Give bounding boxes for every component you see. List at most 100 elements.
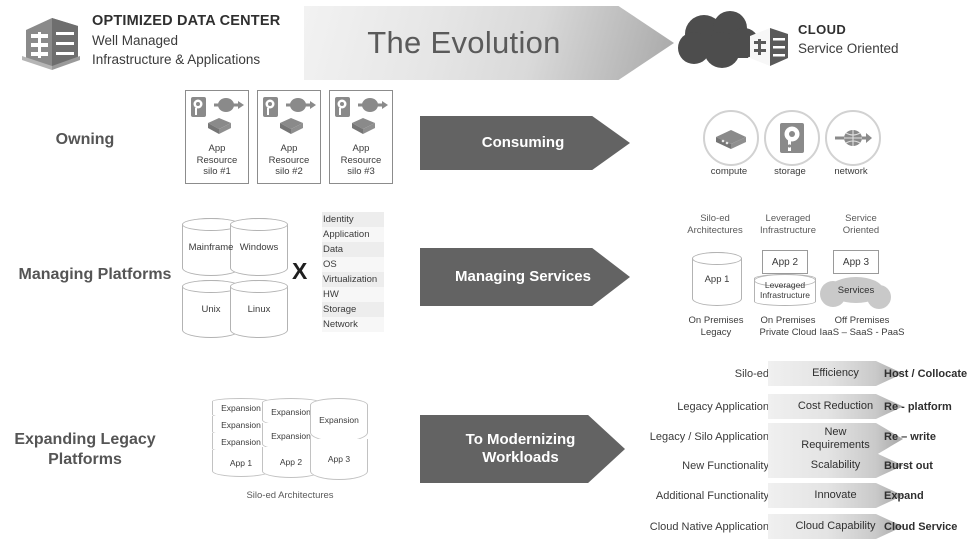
modernize-row-right: Expand [884, 490, 924, 502]
silo-caption: App Resource silo #1 [186, 143, 248, 178]
stack-item: HW [322, 287, 384, 302]
dc-subtitle-2: Infrastructure & Applications [92, 52, 261, 67]
arch-services-label: Services [837, 284, 875, 296]
storage-label: storage [774, 166, 806, 177]
app-resource-silo-2: App Resource silo #2 [257, 90, 321, 184]
silo-icon-group [258, 95, 320, 141]
stack-item: Application [322, 227, 384, 242]
modernize-row-middle: Scalability [768, 453, 903, 478]
stack-item: Identity [322, 212, 384, 227]
silo-caption-line3: silo #2 [275, 166, 303, 177]
hard-disk-icon [764, 110, 820, 166]
silo-icon-group [330, 95, 392, 141]
arch-cylinder-leveraged-infrastructure: Leveraged Infrastructure [754, 274, 816, 306]
modernize-row-middle-label: Cost Reduction [797, 400, 874, 412]
modernize-row-left: New Functionality [682, 460, 769, 472]
arch-box-app-2: App 2 [762, 250, 808, 274]
arch-box-app-3: App 3 [833, 250, 879, 274]
arrow-consuming: Consuming [420, 116, 630, 170]
stack-item: Virtualization [322, 272, 384, 287]
silo-caption-line1: App [280, 143, 298, 154]
arch-foot-off-premises: Off Premises IaaS – SaaS - PaaS [812, 315, 912, 339]
modernize-row-right: Re – write [884, 431, 936, 443]
silo-caption: App Resource silo #3 [330, 143, 392, 178]
stack-item: Data [322, 242, 384, 257]
app-resource-silo-1: App Resource silo #1 [185, 90, 249, 184]
network-label: network [834, 166, 868, 177]
platform-cylinder-linux: Linux [230, 280, 288, 338]
arch-sub-line1: Leveraged [764, 280, 806, 290]
silo-caption: App Resource silo #2 [258, 143, 320, 178]
modernize-row-middle: Efficiency [768, 361, 903, 386]
arch-head-line2: Oriented [842, 225, 880, 236]
arch-foot-line2: IaaS – SaaS - PaaS [819, 327, 905, 338]
silo-caption-line1: App [208, 143, 226, 154]
modernize-row-middle-label: Innovate [814, 489, 857, 501]
modernize-row-left: Additional Functionality [655, 490, 769, 502]
arch-foot-line1: Off Premises [834, 315, 890, 326]
arch-head-line1: Service [845, 213, 877, 224]
arch-sub-line2: Infrastructure [759, 290, 811, 300]
modernize-row-middle: Cloud Capability [768, 514, 903, 539]
row-label-owning: Owning [55, 131, 115, 148]
modernize-row-right: Re - platform [884, 401, 952, 413]
dc-subtitle-1: Well Managed [92, 33, 179, 48]
optimized-data-center-label-block: OPTIMIZED DATA CENTER Well Managed Infra… [92, 12, 322, 69]
modernize-row-middle: Innovate [768, 483, 903, 508]
silo-ed-architectures-caption: Silo-ed Architectures [246, 490, 334, 501]
arrow-to-modernizing-workloads: To Modernizing Workloads [420, 415, 625, 483]
modernize-row-right: Cloud Service [884, 521, 958, 533]
technology-stack-list: Identity Application Data OS Virtualizat… [322, 212, 384, 332]
modernize-row-middle-label: Scalability [810, 459, 861, 471]
stack-item: Network [322, 317, 384, 332]
modernize-row-right: Burst out [884, 460, 933, 472]
platform-label: Mainframe [188, 241, 234, 253]
row-label-expanding-legacy: Expanding Legacy Platforms [0, 430, 170, 470]
expansion-column-app-3: Expansion App 3 [310, 398, 368, 480]
cloud-subtitle: Service Oriented [798, 41, 899, 56]
silo-caption-line3: silo #1 [203, 166, 231, 177]
platform-cylinder-windows: Windows [230, 218, 288, 276]
modernize-row-middle: Cost Reduction [768, 394, 903, 419]
row-label-expanding-legacy-line1: Expanding Legacy [14, 431, 156, 448]
arch-head-service-oriented: Service Oriented [818, 213, 904, 237]
compute-label: compute [710, 166, 748, 177]
arch-services-cloud: Services [820, 277, 891, 309]
arch-sub-label: Leveraged Infrastructure [760, 280, 810, 300]
modernize-row-middle-line1: New [824, 426, 847, 438]
page-title: The Evolution [367, 25, 561, 60]
silo-caption-line2: Resource [196, 154, 238, 166]
platform-label: Unix [201, 303, 221, 315]
modernize-row-middle-line2: Requirements [801, 439, 870, 451]
arrow-consuming-label: Consuming [481, 134, 565, 151]
cloud-title: CLOUD [798, 22, 847, 37]
network-globe-icon [825, 110, 881, 166]
expansion-app-label: App 3 [310, 439, 368, 480]
arrow-managing-services-label: Managing Services [455, 268, 591, 285]
datacenter-building-icon [18, 12, 84, 72]
modernize-row-left: Legacy Application [677, 401, 769, 413]
row-label-expanding-legacy-line2: Platforms [48, 451, 122, 468]
cloud-label-block: CLOUD Service Oriented [798, 20, 978, 58]
server-compute-icon [703, 110, 759, 166]
x-separator: X [292, 258, 308, 284]
cloud-datacenter-icon [672, 10, 792, 72]
dc-title: OPTIMIZED DATA CENTER [92, 13, 281, 29]
row-label-managing-platforms: Managing Platforms [18, 266, 172, 283]
arch-app-label: App 2 [771, 256, 799, 268]
modernize-row-middle-label: New Requirements [782, 426, 890, 452]
arch-cylinder-app-1: App 1 [692, 252, 742, 306]
platform-label: Windows [239, 241, 279, 253]
arch-app-label: App 1 [704, 273, 730, 285]
stack-item: OS [322, 257, 384, 272]
silo-caption-line2: Resource [340, 154, 382, 166]
silo-caption-line1: App [352, 143, 370, 154]
silo-caption-line3: silo #3 [347, 166, 375, 177]
app-resource-silo-3: App Resource silo #3 [329, 90, 393, 184]
stack-item: Storage [322, 302, 384, 317]
modernize-row-left: Legacy / Silo Application [649, 431, 769, 443]
modernize-row-left: Cloud Native Application [649, 521, 769, 533]
platform-label: Linux [247, 303, 271, 315]
arrow-managing-services: Managing Services [420, 248, 630, 306]
modernize-row-middle: New Requirements [768, 423, 903, 455]
